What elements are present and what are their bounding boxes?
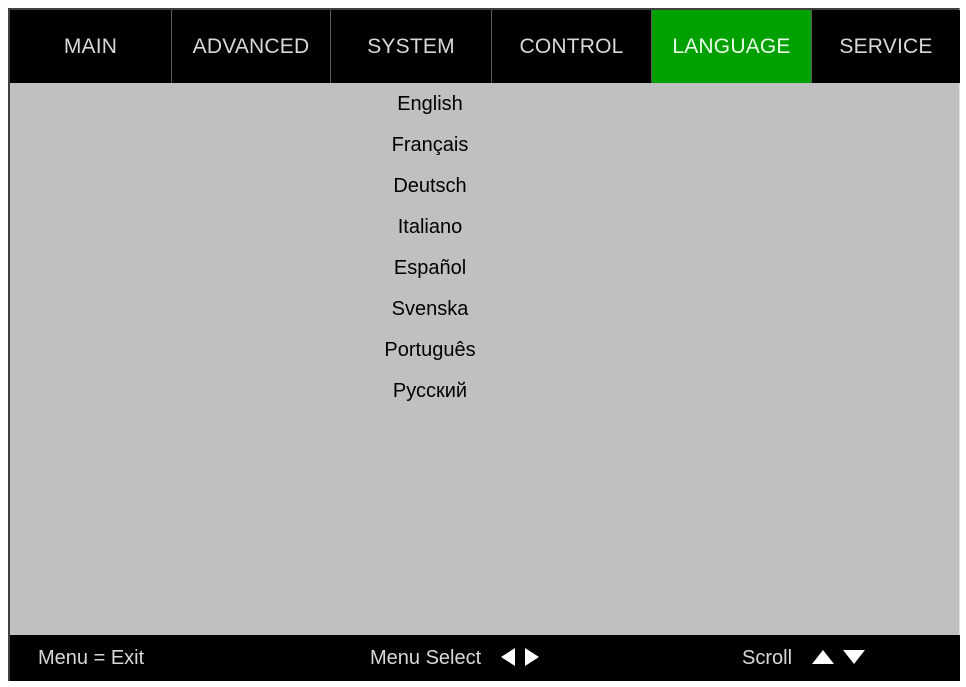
right-arrow-icon <box>525 647 540 666</box>
language-option-espanol[interactable]: Español <box>350 253 510 294</box>
language-list: English Français Deutsch Italiano Españo… <box>350 89 510 417</box>
status-bar: Menu = Exit Menu Select Scroll <box>10 635 960 681</box>
language-option-portugues[interactable]: Português <box>350 335 510 376</box>
left-arrow-icon <box>500 647 515 666</box>
menu-select-hint: Menu Select <box>370 635 540 681</box>
scroll-label: Scroll <box>742 647 793 669</box>
language-option-francais[interactable]: Français <box>350 130 510 171</box>
tab-advanced[interactable]: ADVANCED <box>172 10 331 83</box>
tab-service[interactable]: SERVICE <box>812 10 960 83</box>
language-option-italiano[interactable]: Italiano <box>350 212 510 253</box>
tab-bar: MAIN ADVANCED SYSTEM CONTROL LANGUAGE SE… <box>10 10 960 83</box>
scroll-hint: Scroll <box>742 635 866 681</box>
language-option-deutsch[interactable]: Deutsch <box>350 171 510 212</box>
language-option-svenska[interactable]: Svenska <box>350 294 510 335</box>
language-option-russian[interactable]: Русский <box>350 376 510 417</box>
osd-menu: MAIN ADVANCED SYSTEM CONTROL LANGUAGE SE… <box>8 8 960 681</box>
tab-main[interactable]: MAIN <box>10 10 172 83</box>
menu-select-label: Menu Select <box>370 647 482 669</box>
tab-language[interactable]: LANGUAGE <box>652 10 812 83</box>
tab-system[interactable]: SYSTEM <box>331 10 492 83</box>
down-arrow-icon <box>843 649 866 664</box>
up-arrow-icon <box>811 649 834 664</box>
language-panel: English Français Deutsch Italiano Españo… <box>10 83 960 636</box>
tab-control[interactable]: CONTROL <box>492 10 652 83</box>
language-option-english[interactable]: English <box>350 89 510 130</box>
exit-hint: Menu = Exit <box>38 647 145 669</box>
